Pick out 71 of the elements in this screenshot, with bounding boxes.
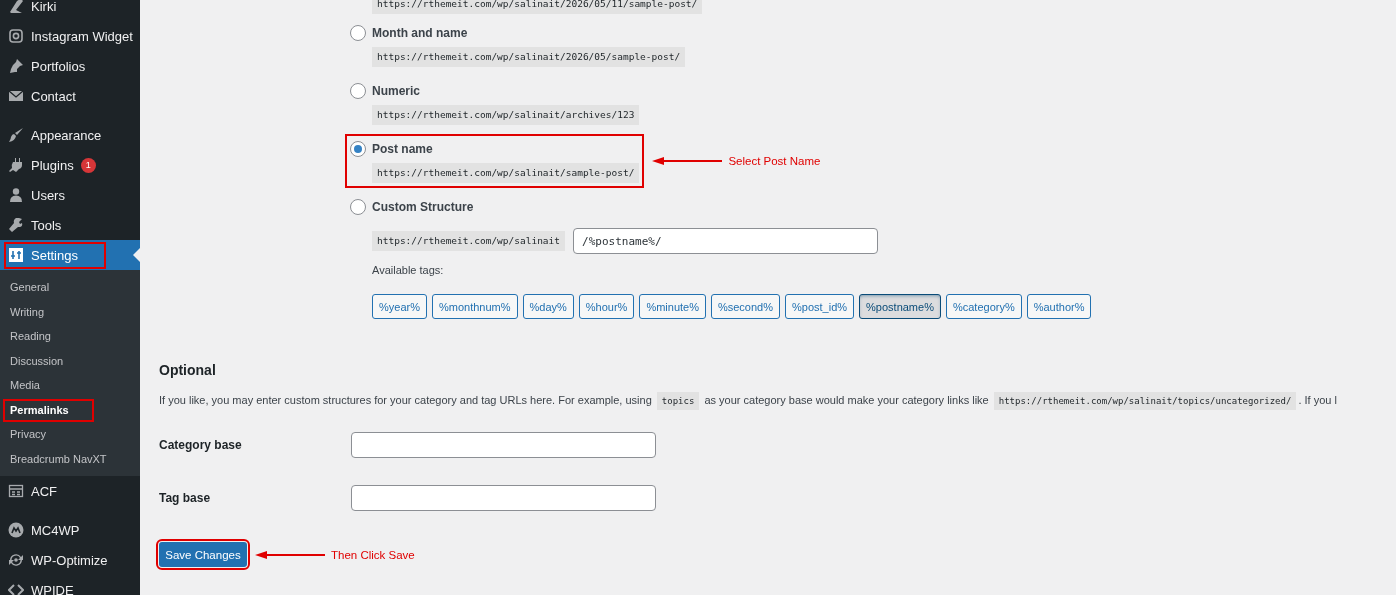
wrench-icon [8,217,24,233]
plug-icon [8,157,24,173]
menu-item[interactable]: Tools [0,210,140,240]
tag-button[interactable]: %hour% [578,294,635,319]
camera-icon [8,28,24,44]
input-field[interactable] [351,485,656,511]
radio-button[interactable] [350,25,366,41]
menu-item[interactable]: Instagram Widget [0,21,140,51]
menu-item[interactable]: Users [0,180,140,210]
tag-button[interactable]: %day% [522,294,574,319]
submenu-item[interactable]: Discussion [0,348,140,373]
menu-item[interactable]: WP-Optimize [0,545,140,575]
radio-button[interactable] [350,83,366,99]
tag-button[interactable]: %minute% [639,294,706,319]
section-heading: Optional [159,361,217,380]
tag-button[interactable]: %postname% [859,294,941,319]
tag-button[interactable]: %post_id% [785,294,855,319]
tag-button[interactable]: %monthnum% [431,294,518,319]
field-label: Tag base [159,491,212,505]
tag-button[interactable]: %year% [372,294,427,319]
tag-button[interactable]: %category% [945,294,1022,319]
menu-item[interactable]: ACF [0,476,140,506]
menu-item[interactable]: Settings [0,240,140,270]
brush-icon [8,127,24,143]
code-icon [8,582,24,595]
annotation-text: Then Click Save [331,548,415,561]
url-example: https://rthemeit.com/wp/salinait/archives/123 [372,105,640,125]
feather-icon [8,0,24,14]
url-prefix: https://rthemeit.com/wp/salinait [372,231,566,251]
menu-item[interactable]: Kirki [0,0,140,21]
menu-item[interactable]: MC4WP [0,515,140,545]
pin-icon [8,58,24,74]
annotation-arrow [255,549,325,560]
envelope-icon [8,88,24,104]
submenu-item[interactable]: Privacy [0,422,140,447]
save-button[interactable]: Save Changes [159,542,247,567]
refresh-icon [8,552,24,568]
tags-label: Available tags: [372,263,445,278]
circle-icon [8,522,24,538]
radio-button[interactable] [350,199,366,215]
submenu-item[interactable]: Media [0,373,140,398]
input-field[interactable] [351,432,656,458]
sliders-icon [8,247,24,263]
option-label: Custom Structure [372,200,474,214]
menu-item[interactable]: Contact [0,81,140,111]
tag-button[interactable]: %author% [1026,294,1092,319]
menu-item[interactable]: WPIDE [0,575,140,595]
count-badge: 1 [80,157,96,173]
description-text: If you like, you may enter custom structures for your category and tag URLs here. For example, using topics as your category base would make your category links like https://rthemeit.com/wp/salinait/topics/uncategorized/ . If you l [159,391,1396,409]
submenu-item[interactable]: Writing [0,299,140,324]
annotation-text: Select Post Name [728,155,821,167]
menu-item[interactable]: Portfolios [0,51,140,81]
url-example: https://rthemeit.com/wp/salinait/2026/05/11/sample-post/ [372,0,703,14]
submenu-item[interactable]: Breadcrumb NavXT [0,446,140,471]
radio-button[interactable] [350,141,366,157]
tag-button[interactable]: %second% [710,294,780,319]
url-example: https://rthemeit.com/wp/salinait/2026/05/sample-post/ [372,47,686,67]
menu-item[interactable]: Plugins 1 [0,150,140,180]
annotation-arrow [652,156,723,166]
person-icon [8,187,24,203]
submenu-item[interactable]: Reading [0,324,140,349]
url-example: https://rthemeit.com/wp/salinait/sample-post/ [372,163,640,183]
option-label: Post name [372,142,433,156]
submenu-item[interactable]: General [0,275,140,300]
submenu-item[interactable]: Permalinks [0,397,140,422]
field-label: Category base [159,438,243,452]
table-icon [8,483,24,499]
menu-item[interactable]: Appearance [0,120,140,150]
option-label: Month and name [372,26,468,40]
structure-field[interactable]: /%postname%/ [573,228,879,254]
option-label: Numeric [372,84,421,98]
